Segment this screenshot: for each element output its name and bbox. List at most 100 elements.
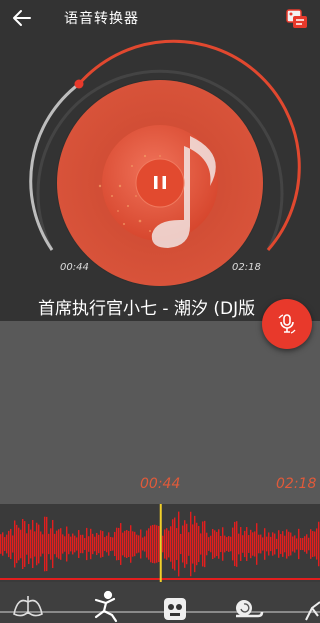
waveform-bar [248, 535, 250, 553]
waveform-bar [170, 526, 172, 562]
waveform-bar [58, 529, 60, 559]
waveform-bar [12, 535, 14, 553]
playhead[interactable] [159, 504, 162, 582]
waveform-bar [120, 523, 122, 565]
waveform[interactable] [0, 504, 320, 582]
waveform-bar [32, 520, 34, 568]
waveform-bar [276, 538, 278, 550]
waveform-bar [36, 522, 38, 566]
waveform-bar [280, 534, 282, 554]
waveform-bar [294, 535, 296, 553]
dancer-icon[interactable] [94, 590, 118, 623]
waveform-bar [234, 521, 236, 567]
waveform-bar [184, 520, 186, 568]
waveform-bar [128, 531, 130, 557]
waveform-bar [318, 521, 320, 567]
waveform-bar [4, 537, 6, 551]
robot-face-icon[interactable] [164, 598, 186, 620]
pause-button[interactable] [135, 158, 185, 208]
waveform-bar [272, 532, 274, 556]
waveform-bar [76, 537, 78, 551]
waveform-bar [206, 532, 208, 556]
waveform-bar [22, 518, 24, 570]
waveform-bar [64, 536, 66, 552]
waveform-bar [244, 530, 246, 558]
waveform-bar [162, 535, 164, 553]
arrow-left-icon[interactable] [10, 6, 34, 30]
waveform-bar [256, 523, 258, 565]
waveform-bar [66, 526, 68, 562]
waveform-bar [132, 531, 134, 557]
waveform-graph[interactable] [0, 504, 320, 582]
waveform-bar [28, 523, 30, 565]
waveform-current-time: 00:44 [140, 476, 181, 492]
waveform-bar [96, 532, 98, 556]
waveform-bar [20, 529, 22, 559]
waveform-bar [190, 511, 192, 577]
waveform-bar [200, 533, 202, 555]
waveform-bar [316, 528, 318, 560]
waveform-bar [34, 531, 36, 557]
waveform-bar [134, 531, 136, 557]
waveform-bar [18, 527, 20, 561]
snail-icon[interactable] [236, 600, 264, 618]
waveform-bar [278, 530, 280, 558]
waveform-bar [236, 521, 238, 567]
waveform-bar [112, 537, 114, 551]
waveform-bar [216, 531, 218, 557]
waveform-bar [122, 532, 124, 556]
waveform-bar [136, 534, 138, 554]
waveform-bar [194, 515, 196, 573]
waveform-bar [266, 536, 268, 552]
song-title: 首席执行官小七 - 潮汐 (DJ版 [38, 299, 256, 319]
waveform-bar [110, 536, 112, 552]
switch-voice-button[interactable] [262, 299, 312, 349]
waveform-bar [92, 533, 94, 555]
player-dial [29, 39, 301, 286]
waveform-bar [208, 537, 210, 551]
waveform-bar [270, 536, 272, 552]
microphone-swap-icon [278, 314, 296, 334]
waveform-bar [290, 532, 292, 556]
waveform-bar [44, 516, 46, 572]
waveform-bar [108, 532, 110, 556]
waveform-bar [138, 535, 140, 553]
waveform-bar [146, 530, 148, 558]
progress-thumb[interactable] [74, 79, 84, 89]
waveform-bar [70, 536, 72, 552]
waveform-bar [94, 536, 96, 552]
waveform-bar [188, 532, 190, 556]
waveform-bar [46, 516, 48, 572]
waveform-bar [62, 534, 64, 554]
waveform-bar [126, 530, 128, 558]
waveform-bar [56, 530, 58, 558]
waveform-bar [2, 532, 4, 556]
waveform-bar [204, 520, 206, 568]
voice-convert-icon[interactable] [284, 6, 310, 32]
waveform-bar [282, 531, 284, 557]
waveform-bar [114, 531, 116, 557]
waveform-bar [262, 537, 264, 551]
waveform-bar [42, 534, 44, 554]
waveform-bar [38, 524, 40, 564]
waveform-bar [210, 535, 212, 553]
waveform-bar [314, 531, 316, 557]
waveform-bar [180, 533, 182, 555]
waveform-bar [156, 525, 158, 563]
waveform-bar [268, 532, 270, 556]
player-panel: 00:44 02:18 首席执行官小七 - 潮汐 (DJ版 [0, 36, 320, 321]
waveform-bar [82, 534, 84, 554]
waveform-bar [250, 529, 252, 559]
waveform-bar [60, 528, 62, 560]
waveform-bar [300, 537, 302, 551]
waveform-bar [0, 534, 2, 554]
waveform-bar [214, 530, 216, 558]
waveform-bar [242, 535, 244, 553]
waveform-bar [202, 521, 204, 567]
waveform-bar [308, 537, 310, 551]
waveform-bar [296, 538, 298, 550]
waveform-bar [310, 529, 312, 559]
waveform-bar [86, 527, 88, 561]
waveform-bar [72, 533, 74, 555]
waveform-bar [306, 534, 308, 554]
